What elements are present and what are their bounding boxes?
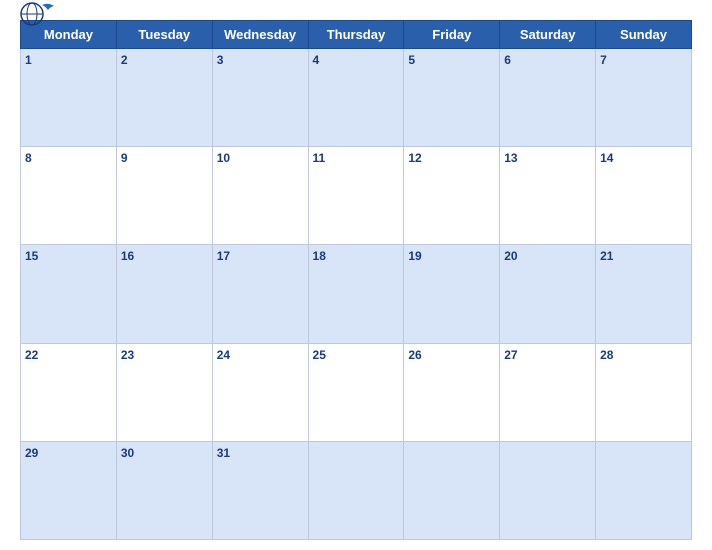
weekday-header: Friday — [404, 21, 500, 49]
day-number: 22 — [25, 348, 38, 362]
calendar-day-cell: 3 — [212, 49, 308, 147]
calendar-day-cell: 24 — [212, 343, 308, 441]
day-number: 23 — [121, 348, 134, 362]
calendar-day-cell: 13 — [500, 147, 596, 245]
calendar-day-cell: 11 — [308, 147, 404, 245]
day-number: 26 — [408, 348, 421, 362]
day-number: 25 — [313, 348, 326, 362]
calendar-day-cell: 17 — [212, 245, 308, 343]
day-number: 4 — [313, 53, 320, 67]
day-number: 9 — [121, 151, 128, 165]
calendar-table: MondayTuesdayWednesdayThursdayFridaySatu… — [20, 20, 692, 540]
calendar-day-cell: 18 — [308, 245, 404, 343]
day-number: 6 — [504, 53, 511, 67]
day-number: 11 — [313, 151, 326, 165]
day-number: 3 — [217, 53, 224, 67]
calendar-day-cell: 8 — [21, 147, 117, 245]
calendar-day-cell: 12 — [404, 147, 500, 245]
weekday-header: Thursday — [308, 21, 404, 49]
day-number: 10 — [217, 151, 230, 165]
calendar-day-cell — [308, 441, 404, 539]
day-number: 12 — [408, 151, 421, 165]
logo — [20, 1, 56, 27]
calendar-day-cell: 30 — [116, 441, 212, 539]
calendar-day-cell: 25 — [308, 343, 404, 441]
calendar-day-cell: 23 — [116, 343, 212, 441]
calendar-day-cell: 2 — [116, 49, 212, 147]
weekday-header: Sunday — [596, 21, 692, 49]
calendar-day-cell — [596, 441, 692, 539]
calendar-day-cell: 9 — [116, 147, 212, 245]
calendar-day-cell: 4 — [308, 49, 404, 147]
calendar-day-cell: 29 — [21, 441, 117, 539]
day-number: 5 — [408, 53, 415, 67]
calendar-day-cell — [404, 441, 500, 539]
calendar-day-cell — [500, 441, 596, 539]
calendar-day-cell: 28 — [596, 343, 692, 441]
calendar-day-cell: 7 — [596, 49, 692, 147]
day-number: 15 — [25, 249, 38, 263]
calendar-day-cell: 26 — [404, 343, 500, 441]
weekday-header: Saturday — [500, 21, 596, 49]
calendar-week-row: 22 23 24 25 26 27 28 — [21, 343, 692, 441]
calendar-header-row: MondayTuesdayWednesdayThursdayFridaySatu… — [21, 21, 692, 49]
calendar-day-cell: 5 — [404, 49, 500, 147]
calendar-body: 1234567891011121314151617181920212223242… — [21, 49, 692, 540]
day-number: 20 — [504, 249, 517, 263]
day-number: 30 — [121, 446, 134, 460]
calendar-day-cell: 6 — [500, 49, 596, 147]
calendar-day-cell: 27 — [500, 343, 596, 441]
calendar-day-cell: 19 — [404, 245, 500, 343]
day-number: 7 — [600, 53, 607, 67]
day-number: 17 — [217, 249, 230, 263]
calendar-header — [20, 10, 692, 14]
calendar-day-cell: 15 — [21, 245, 117, 343]
day-number: 1 — [25, 53, 32, 67]
calendar-day-cell: 31 — [212, 441, 308, 539]
calendar-day-cell: 20 — [500, 245, 596, 343]
calendar-week-row: 1 2 3 4 5 6 7 — [21, 49, 692, 147]
day-number: 2 — [121, 53, 128, 67]
day-number: 16 — [121, 249, 134, 263]
calendar-day-cell: 1 — [21, 49, 117, 147]
day-number: 21 — [600, 249, 613, 263]
weekday-header: Tuesday — [116, 21, 212, 49]
weekday-header: Wednesday — [212, 21, 308, 49]
day-number: 8 — [25, 151, 32, 165]
calendar-day-cell: 22 — [21, 343, 117, 441]
day-number: 29 — [25, 446, 38, 460]
day-number: 18 — [313, 249, 326, 263]
day-number: 31 — [217, 446, 230, 460]
day-number: 28 — [600, 348, 613, 362]
calendar-week-row: 15 16 17 18 19 20 21 — [21, 245, 692, 343]
calendar-day-cell: 10 — [212, 147, 308, 245]
day-number: 27 — [504, 348, 517, 362]
calendar-day-cell: 16 — [116, 245, 212, 343]
calendar-day-cell: 21 — [596, 245, 692, 343]
day-number: 24 — [217, 348, 230, 362]
day-number: 13 — [504, 151, 517, 165]
calendar-day-cell: 14 — [596, 147, 692, 245]
day-number: 19 — [408, 249, 421, 263]
day-number: 14 — [600, 151, 613, 165]
calendar-week-row: 29 30 31 — [21, 441, 692, 539]
calendar-week-row: 8 9 10 11 12 13 14 — [21, 147, 692, 245]
